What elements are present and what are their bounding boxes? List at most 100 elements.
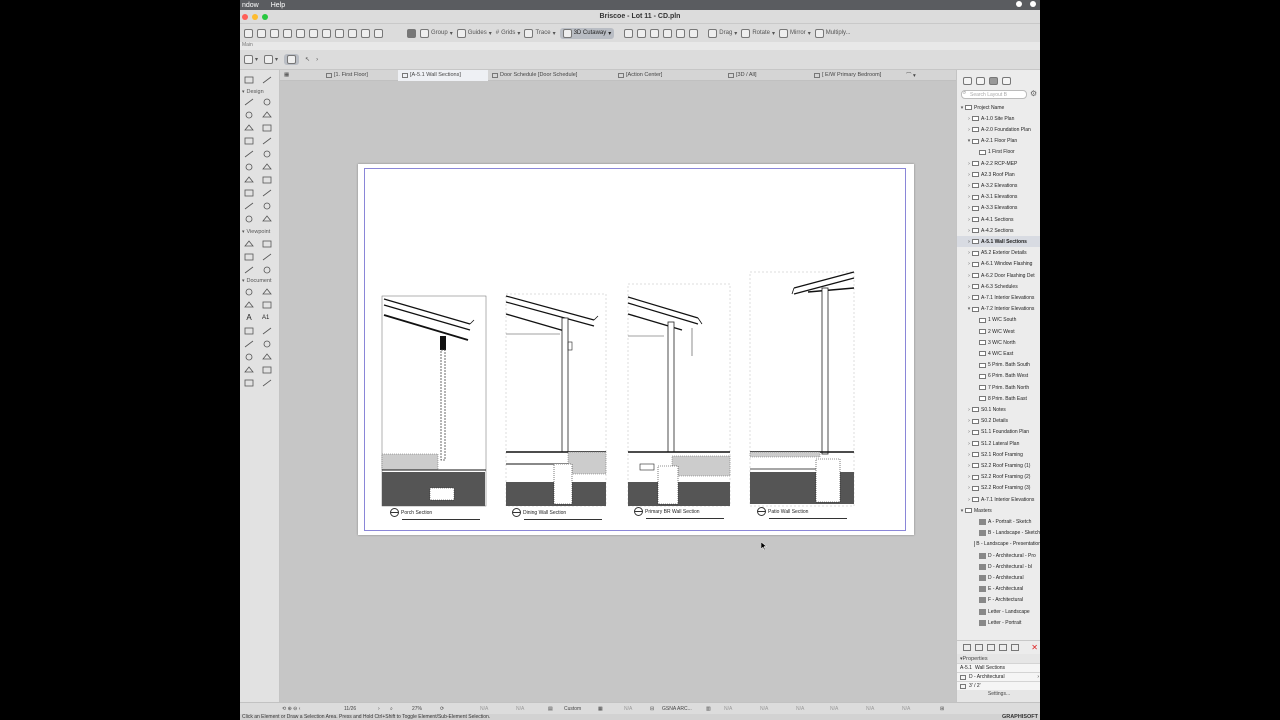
navigator-item[interactable]: › A-3.1 Elevations xyxy=(957,192,1040,203)
scale-mode[interactable]: Custom xyxy=(564,706,581,712)
new-subset-icon[interactable] xyxy=(975,644,983,651)
pen-set-name[interactable]: GSNA ARC... xyxy=(662,706,692,712)
navigator-item[interactable]: 5 Prim. Bath South xyxy=(957,360,1040,371)
navigator-item[interactable]: 1 First Floor xyxy=(957,147,1040,158)
navigator-item[interactable]: › A-3.3 Elevations xyxy=(957,203,1040,214)
label-tool[interactable]: A1 xyxy=(262,314,276,322)
layout-canvas[interactable]: Porch Section Dining Wall Section Primar… xyxy=(280,81,956,702)
navigator-item[interactable]: 4 W/C East xyxy=(957,348,1040,359)
tab-wall-sections[interactable]: [A-5.1 Wall Sections] xyxy=(398,69,488,81)
shell-tool[interactable] xyxy=(244,163,254,171)
navigator-item[interactable]: 8 Prim. Bath East xyxy=(957,393,1040,404)
navigator-item[interactable]: 1 W/C South xyxy=(957,315,1040,326)
tab-overflow-button[interactable]: ⌒ ▾ xyxy=(902,70,920,81)
menu-help[interactable]: Help xyxy=(271,2,285,9)
guides-button[interactable]: Guides ▾ xyxy=(456,28,492,38)
navigator-item[interactable]: › A-4.2 Sections xyxy=(957,225,1040,236)
dimension-tool[interactable] xyxy=(244,288,254,296)
gear-icon[interactable]: ⚙ xyxy=(1030,89,1037,98)
level-dimension-tool[interactable] xyxy=(262,288,272,296)
navigator-item[interactable]: › S1.2 Lateral Plan xyxy=(957,438,1040,449)
record-icon[interactable] xyxy=(1016,1,1022,7)
tab-3d-all[interactable]: [3D / All] xyxy=(724,70,810,81)
spline-tool[interactable] xyxy=(262,353,272,361)
split-icon[interactable] xyxy=(676,28,686,38)
eyedropper-icon[interactable] xyxy=(374,28,383,38)
home-icon[interactable] xyxy=(244,28,253,38)
navigator-item[interactable]: › A-6.3 Schedules xyxy=(957,281,1040,292)
morph-tool[interactable] xyxy=(244,189,254,197)
navigator-item[interactable]: ▾ A-2.1 Floor Plan xyxy=(957,136,1040,147)
undo-icon[interactable] xyxy=(270,28,279,38)
properties-header[interactable]: Properties xyxy=(957,654,1040,663)
navigator-item[interactable]: › A-5.1 Wall Sections xyxy=(957,236,1040,248)
worksheet-tool[interactable] xyxy=(262,266,272,274)
roof-tool[interactable] xyxy=(262,150,272,158)
navigator-item[interactable]: 3 W/C North xyxy=(957,337,1040,348)
navigator-item[interactable]: 7 Prim. Bath North xyxy=(957,382,1040,393)
layer-combo-icon[interactable]: ▦ xyxy=(598,706,603,712)
camera-tool[interactable] xyxy=(244,240,254,248)
primary-br-wall-section-label[interactable]: Primary BR Wall Section xyxy=(634,507,724,519)
properties-scale-row[interactable]: 3' / 2' xyxy=(957,681,1040,690)
beam-tool[interactable] xyxy=(244,124,254,132)
navigator-item[interactable]: B - Landscape - Presentation xyxy=(957,539,1040,550)
snap-icon[interactable] xyxy=(624,28,634,38)
organizer-icon[interactable] xyxy=(999,644,1007,651)
magic-wand-icon[interactable] xyxy=(637,28,647,38)
navigator-item[interactable]: D - Architectural - Pro xyxy=(957,550,1040,561)
group-button[interactable]: Group ▾ xyxy=(420,28,453,38)
settings-button[interactable]: Settings... xyxy=(957,690,1040,699)
line-tool[interactable] xyxy=(244,340,254,348)
zone-tool[interactable] xyxy=(262,176,272,184)
zoom-out-icon[interactable] xyxy=(335,28,344,38)
pan-icon[interactable] xyxy=(257,28,266,38)
navigator-item[interactable]: › S0.1 Notes xyxy=(957,404,1040,415)
angle-dimension-tool[interactable] xyxy=(262,301,272,309)
navigator-item[interactable]: › A-2.2 RCP-MEP xyxy=(957,158,1040,169)
door-tool[interactable] xyxy=(262,98,272,106)
navigator-item[interactable]: › S2.2 Roof Framing (3) xyxy=(957,483,1040,494)
navigator-item[interactable]: › S0.2 Details xyxy=(957,416,1040,427)
undo-zoom-icon[interactable]: ⟲ ⊕ ⊖ ‹ xyxy=(282,706,300,712)
pen-icon[interactable] xyxy=(361,28,370,38)
grids-button[interactable]: # Grids ▾ xyxy=(496,30,521,37)
navigator-item[interactable]: › A-7.1 Interior Elevations xyxy=(957,494,1040,505)
selection-method-icon[interactable]: ▾ xyxy=(244,55,258,64)
new-layout-icon[interactable] xyxy=(963,644,971,651)
navigator-item[interactable]: › S1.1 Foundation Plan xyxy=(957,427,1040,438)
trace-button[interactable]: Trace ▾ xyxy=(524,28,556,38)
next-page-icon[interactable]: › xyxy=(378,706,380,712)
page-indicator[interactable]: 11/26 xyxy=(344,706,356,712)
clone-icon[interactable] xyxy=(987,644,995,651)
marquee-method-icon[interactable]: ▾ xyxy=(264,55,278,64)
zoom-value[interactable]: 27% xyxy=(412,706,422,712)
navigator-item[interactable]: › A2.3 Roof Plan xyxy=(957,169,1040,180)
print-icon[interactable]: ▤ xyxy=(548,706,553,712)
navigator-search-input[interactable]: Search Layout B xyxy=(961,90,1027,99)
polyline-tool[interactable] xyxy=(244,353,254,361)
opening-tool[interactable] xyxy=(262,202,272,210)
navigator-item[interactable]: E - Architectural xyxy=(957,584,1040,595)
fill-tool[interactable] xyxy=(244,327,254,335)
line-weight-icon[interactable] xyxy=(407,28,416,38)
navigator-item[interactable]: A - Portrait - Sketch xyxy=(957,516,1040,527)
tab-first-floor[interactable]: [1. First Floor] xyxy=(322,70,398,81)
rotation-icon[interactable]: ⟳ xyxy=(440,706,444,712)
geometry-method-icon[interactable] xyxy=(284,54,300,65)
offset-icon[interactable] xyxy=(650,28,660,38)
arrow-tool-icon[interactable]: ↖ xyxy=(305,56,310,63)
navigator-item[interactable]: 6 Prim. Bath West xyxy=(957,371,1040,382)
arrow-tool[interactable] xyxy=(244,76,254,84)
hotspot-tool[interactable] xyxy=(262,327,272,335)
toolbox-section-viewpoint[interactable]: Viewpoint xyxy=(240,228,280,236)
layer-icon[interactable] xyxy=(348,28,357,38)
circle-tool[interactable] xyxy=(262,340,272,348)
settings-icon[interactable] xyxy=(1011,644,1019,651)
navigator-item[interactable]: D - Architectural xyxy=(957,572,1040,583)
column-tool[interactable] xyxy=(244,111,254,119)
object-tool[interactable] xyxy=(262,189,272,197)
mesh-tool[interactable] xyxy=(262,163,272,171)
project-map-icon[interactable] xyxy=(963,76,972,85)
adjust-icon[interactable] xyxy=(689,28,699,38)
